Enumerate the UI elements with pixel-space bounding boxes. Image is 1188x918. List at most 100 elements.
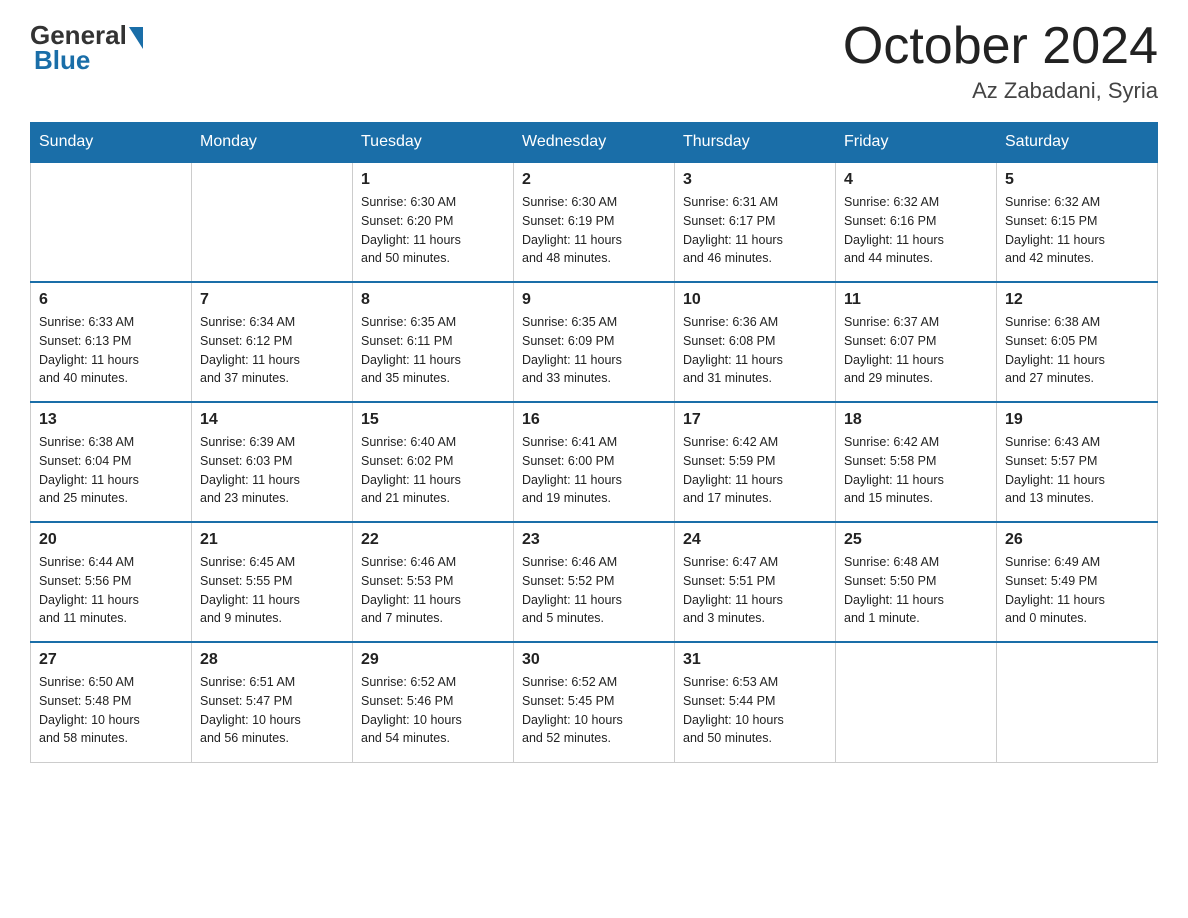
calendar-cell	[836, 642, 997, 762]
day-info: Sunrise: 6:44 AMSunset: 5:56 PMDaylight:…	[39, 553, 183, 628]
day-number: 21	[200, 531, 344, 549]
day-info: Sunrise: 6:40 AMSunset: 6:02 PMDaylight:…	[361, 433, 505, 508]
day-number: 20	[39, 531, 183, 549]
day-number: 15	[361, 411, 505, 429]
day-number: 3	[683, 171, 827, 189]
day-number: 4	[844, 171, 988, 189]
day-info: Sunrise: 6:52 AMSunset: 5:45 PMDaylight:…	[522, 673, 666, 748]
calendar-cell: 14 Sunrise: 6:39 AMSunset: 6:03 PMDayligh…	[192, 402, 353, 522]
calendar-cell	[997, 642, 1158, 762]
calendar-cell: 6Sunrise: 6:33 AMSunset: 6:13 PMDaylight…	[31, 282, 192, 402]
day-number: 29	[361, 651, 505, 669]
day-info: Sunrise: 6:53 AMSunset: 5:44 PMDaylight:…	[683, 673, 827, 748]
logo-arrow-icon	[129, 27, 143, 49]
calendar-cell: 1 Sunrise: 6:30 AMSunset: 6:20 PMDaylight…	[353, 162, 514, 282]
day-info: Sunrise: 6:49 AMSunset: 5:49 PMDaylight:…	[1005, 553, 1149, 628]
calendar-cell: 28Sunrise: 6:51 AMSunset: 5:47 PMDayligh…	[192, 642, 353, 762]
day-number: 1	[361, 171, 505, 189]
logo-area: General Blue	[30, 20, 143, 76]
day-info: Sunrise: 6:30 AMSunset: 6:20 PMDaylight:…	[361, 193, 505, 268]
day-info: Sunrise: 6:47 AMSunset: 5:51 PMDaylight:…	[683, 553, 827, 628]
day-number: 13	[39, 411, 183, 429]
weekday-header-thursday: Thursday	[675, 123, 836, 163]
location-title: Az Zabadani, Syria	[843, 78, 1158, 104]
calendar-cell: 8Sunrise: 6:35 AMSunset: 6:11 PMDaylight…	[353, 282, 514, 402]
calendar-cell: 23 Sunrise: 6:46 AMSunset: 5:52 PMDayligh…	[514, 522, 675, 642]
weekday-header-wednesday: Wednesday	[514, 123, 675, 163]
weekday-header-sunday: Sunday	[31, 123, 192, 163]
day-number: 23	[522, 531, 666, 549]
day-number: 7	[200, 291, 344, 309]
day-info: Sunrise: 6:35 AMSunset: 6:09 PMDaylight:…	[522, 313, 666, 388]
calendar-cell: 3 Sunrise: 6:31 AMSunset: 6:17 PMDaylight…	[675, 162, 836, 282]
calendar-week-row: 6Sunrise: 6:33 AMSunset: 6:13 PMDaylight…	[31, 282, 1158, 402]
month-title: October 2024	[843, 20, 1158, 72]
calendar-cell: 21 Sunrise: 6:45 AMSunset: 5:55 PMDayligh…	[192, 522, 353, 642]
weekday-header-tuesday: Tuesday	[353, 123, 514, 163]
day-number: 30	[522, 651, 666, 669]
calendar-cell: 12 Sunrise: 6:38 AMSunset: 6:05 PMDayligh…	[997, 282, 1158, 402]
calendar-week-row: 13 Sunrise: 6:38 AMSunset: 6:04 PMDayligh…	[31, 402, 1158, 522]
day-number: 5	[1005, 171, 1149, 189]
day-number: 10	[683, 291, 827, 309]
day-info: Sunrise: 6:37 AMSunset: 6:07 PMDaylight:…	[844, 313, 988, 388]
calendar-cell: 15 Sunrise: 6:40 AMSunset: 6:02 PMDayligh…	[353, 402, 514, 522]
calendar-cell: 17 Sunrise: 6:42 AMSunset: 5:59 PMDayligh…	[675, 402, 836, 522]
day-number: 11	[844, 291, 988, 309]
calendar-cell: 24 Sunrise: 6:47 AMSunset: 5:51 PMDayligh…	[675, 522, 836, 642]
day-number: 26	[1005, 531, 1149, 549]
header: General Blue October 2024 Az Zabadani, S…	[30, 20, 1158, 104]
calendar-cell: 29 Sunrise: 6:52 AMSunset: 5:46 PMDayligh…	[353, 642, 514, 762]
day-info: Sunrise: 6:45 AMSunset: 5:55 PMDaylight:…	[200, 553, 344, 628]
day-number: 14	[200, 411, 344, 429]
calendar-cell: 11 Sunrise: 6:37 AMSunset: 6:07 PMDayligh…	[836, 282, 997, 402]
calendar-cell: 19 Sunrise: 6:43 AMSunset: 5:57 PMDayligh…	[997, 402, 1158, 522]
day-number: 12	[1005, 291, 1149, 309]
day-info: Sunrise: 6:32 AMSunset: 6:16 PMDaylight:…	[844, 193, 988, 268]
logo-blue-text: Blue	[34, 45, 90, 76]
day-info: Sunrise: 6:42 AMSunset: 5:59 PMDaylight:…	[683, 433, 827, 508]
day-info: Sunrise: 6:52 AMSunset: 5:46 PMDaylight:…	[361, 673, 505, 748]
day-number: 22	[361, 531, 505, 549]
day-info: Sunrise: 6:38 AMSunset: 6:05 PMDaylight:…	[1005, 313, 1149, 388]
calendar-header-row: SundayMondayTuesdayWednesdayThursdayFrid…	[31, 123, 1158, 163]
day-number: 16	[522, 411, 666, 429]
day-info: Sunrise: 6:30 AMSunset: 6:19 PMDaylight:…	[522, 193, 666, 268]
calendar-table: SundayMondayTuesdayWednesdayThursdayFrid…	[30, 122, 1158, 763]
calendar-cell: 22 Sunrise: 6:46 AMSunset: 5:53 PMDayligh…	[353, 522, 514, 642]
day-number: 2	[522, 171, 666, 189]
day-info: Sunrise: 6:35 AMSunset: 6:11 PMDaylight:…	[361, 313, 505, 388]
day-info: Sunrise: 6:36 AMSunset: 6:08 PMDaylight:…	[683, 313, 827, 388]
title-area: October 2024 Az Zabadani, Syria	[843, 20, 1158, 104]
calendar-cell: 18Sunrise: 6:42 AMSunset: 5:58 PMDayligh…	[836, 402, 997, 522]
day-number: 9	[522, 291, 666, 309]
calendar-cell: 16 Sunrise: 6:41 AMSunset: 6:00 PMDayligh…	[514, 402, 675, 522]
calendar-cell: 5Sunrise: 6:32 AMSunset: 6:15 PMDaylight…	[997, 162, 1158, 282]
logo-bottom: Blue	[30, 51, 90, 76]
calendar-cell: 10 Sunrise: 6:36 AMSunset: 6:08 PMDayligh…	[675, 282, 836, 402]
day-info: Sunrise: 6:46 AMSunset: 5:53 PMDaylight:…	[361, 553, 505, 628]
calendar-cell	[31, 162, 192, 282]
day-number: 24	[683, 531, 827, 549]
calendar-cell: 9 Sunrise: 6:35 AMSunset: 6:09 PMDaylight…	[514, 282, 675, 402]
calendar-cell: 20 Sunrise: 6:44 AMSunset: 5:56 PMDayligh…	[31, 522, 192, 642]
day-info: Sunrise: 6:46 AMSunset: 5:52 PMDaylight:…	[522, 553, 666, 628]
day-info: Sunrise: 6:38 AMSunset: 6:04 PMDaylight:…	[39, 433, 183, 508]
calendar-cell: 25Sunrise: 6:48 AMSunset: 5:50 PMDayligh…	[836, 522, 997, 642]
day-info: Sunrise: 6:39 AMSunset: 6:03 PMDaylight:…	[200, 433, 344, 508]
calendar-cell	[192, 162, 353, 282]
day-info: Sunrise: 6:31 AMSunset: 6:17 PMDaylight:…	[683, 193, 827, 268]
calendar-cell: 26 Sunrise: 6:49 AMSunset: 5:49 PMDayligh…	[997, 522, 1158, 642]
day-number: 17	[683, 411, 827, 429]
day-number: 18	[844, 411, 988, 429]
day-info: Sunrise: 6:50 AMSunset: 5:48 PMDaylight:…	[39, 673, 183, 748]
day-number: 19	[1005, 411, 1149, 429]
day-info: Sunrise: 6:51 AMSunset: 5:47 PMDaylight:…	[200, 673, 344, 748]
calendar-cell: 13 Sunrise: 6:38 AMSunset: 6:04 PMDayligh…	[31, 402, 192, 522]
day-info: Sunrise: 6:48 AMSunset: 5:50 PMDaylight:…	[844, 553, 988, 628]
day-info: Sunrise: 6:33 AMSunset: 6:13 PMDaylight:…	[39, 313, 183, 388]
calendar-cell: 30 Sunrise: 6:52 AMSunset: 5:45 PMDayligh…	[514, 642, 675, 762]
weekday-header-monday: Monday	[192, 123, 353, 163]
day-info: Sunrise: 6:41 AMSunset: 6:00 PMDaylight:…	[522, 433, 666, 508]
day-info: Sunrise: 6:43 AMSunset: 5:57 PMDaylight:…	[1005, 433, 1149, 508]
